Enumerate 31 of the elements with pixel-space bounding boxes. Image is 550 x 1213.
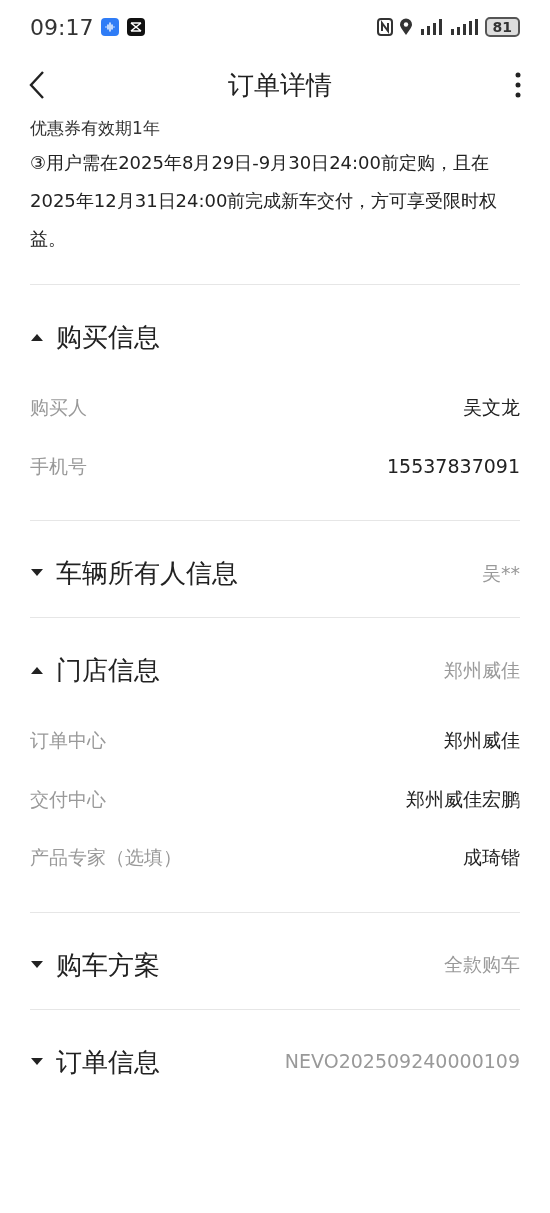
section-header[interactable]: 订单信息 [30, 1043, 160, 1080]
signal-icon [418, 18, 443, 36]
section-header[interactable]: 车辆所有人信息 [30, 555, 238, 591]
field-value: 成琦锴 [463, 845, 520, 870]
nfc-icon [376, 18, 393, 36]
notice-text: ③用户需在2025年8月29日-9月30日24:00前定购，且在2025年12月31日24:00前完成新车交付，方可享受限时权益。 [30, 151, 499, 251]
section-summary: NEVO202509240000109 [284, 1049, 520, 1075]
field-value: 郑州威佳宏鹏 [406, 786, 520, 812]
field-value: 15537837091 [387, 453, 520, 479]
page-title: 订单详情 [228, 68, 332, 102]
section-header[interactable]: 购买信息 [30, 319, 160, 355]
notice-text: 优惠券有效期1年 [30, 117, 161, 140]
section-summary: 吴** [482, 560, 520, 586]
section-header[interactable]: 门店信息 [30, 652, 160, 688]
battery-indicator: 81 [484, 17, 520, 37]
section-summary: 郑州威佳 [444, 657, 520, 683]
more-options-icon[interactable] [514, 71, 522, 99]
signal-icon [448, 18, 479, 36]
section-header[interactable]: 购车方案 [30, 946, 160, 983]
field-label: 购买人 [30, 395, 87, 420]
field-label: 产品专家（选填） [30, 845, 182, 870]
field-value: 吴文龙 [463, 395, 520, 420]
field-value: 郑州威佳 [444, 728, 520, 753]
field-label: 订单中心 [30, 728, 106, 753]
field-label: 手机号 [30, 453, 87, 479]
status-time: 09:17 [30, 13, 94, 42]
app-logo-icon [127, 18, 146, 36]
location-icon [398, 18, 413, 36]
section-summary: 全款购车 [444, 952, 520, 978]
sound-wave-app-icon [101, 18, 120, 36]
field-label: 交付中心 [30, 786, 106, 812]
